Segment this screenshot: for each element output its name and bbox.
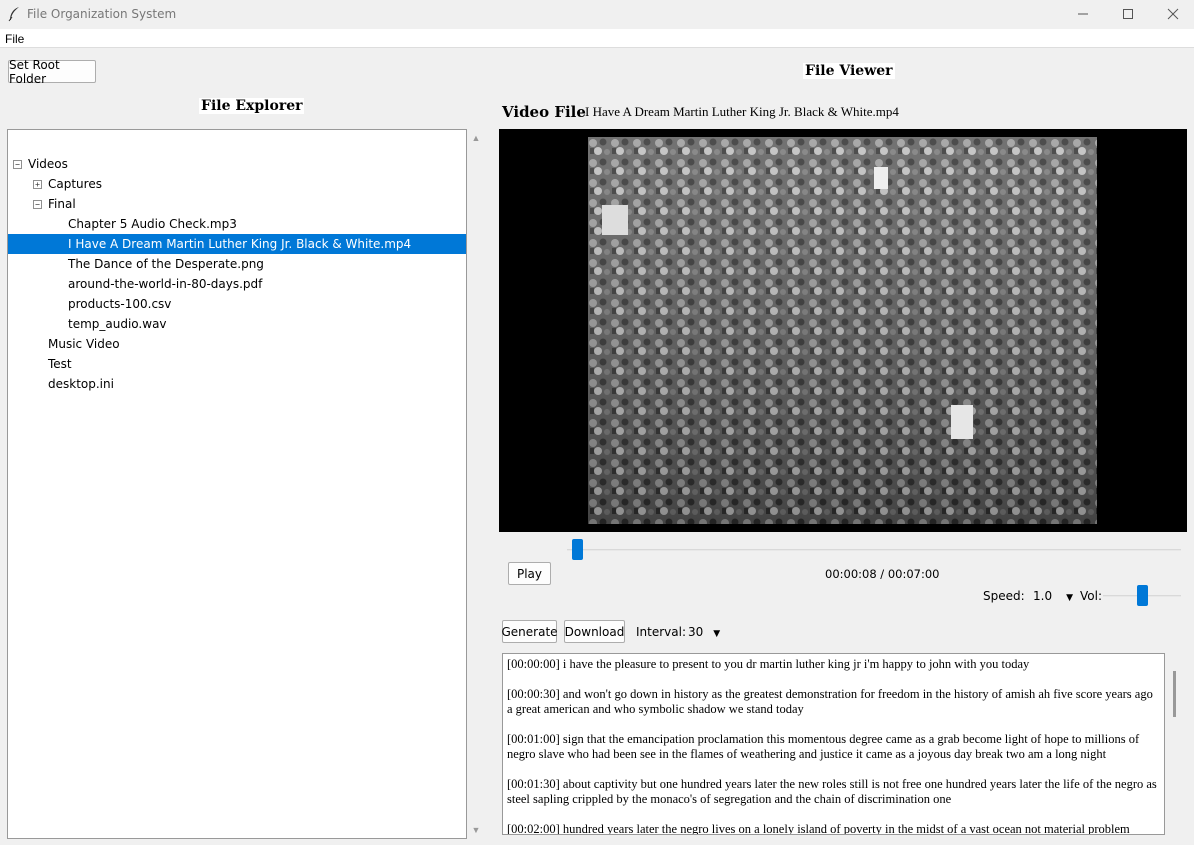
transcript-line: [00:00:00] i have the pleasure to presen…	[507, 657, 1030, 671]
interval-label: Interval:	[636, 625, 686, 639]
minimize-icon	[1078, 13, 1088, 15]
tree-item[interactable]: Test	[8, 354, 466, 374]
download-button[interactable]: Download	[564, 620, 625, 643]
window-title: File Organization System	[27, 7, 177, 21]
tree-item-label: Final	[48, 197, 76, 211]
interval-select[interactable]: 30 ▼	[688, 625, 720, 639]
tree-item[interactable]: products-100.csv	[8, 294, 466, 314]
menu-bar: File	[0, 29, 1194, 48]
tree-item[interactable]: − Videos	[8, 154, 466, 174]
volume-slider-thumb[interactable]	[1137, 585, 1148, 606]
feather-icon	[8, 7, 19, 22]
file-tree[interactable]: − Videos + Captures − Final Chapter 5 Audio Ch…	[7, 129, 467, 839]
tree-item-label: desktop.ini	[48, 377, 114, 391]
tree-item[interactable]: desktop.ini	[8, 374, 466, 394]
maximize-button[interactable]	[1105, 0, 1151, 28]
tree-item[interactable]: The Dance of the Desperate.png	[8, 254, 466, 274]
scroll-down-icon[interactable]: ▼	[471, 825, 481, 835]
transcript-scrollbar[interactable]	[1167, 653, 1187, 835]
chevron-down-icon: ▼	[713, 629, 721, 639]
tree-item-label: Chapter 5 Audio Check.mp3	[68, 217, 237, 231]
close-icon	[1167, 8, 1179, 20]
tree-item[interactable]: − Final	[8, 194, 466, 214]
tree-item-label: I Have A Dream Martin Luther King Jr. Bl…	[68, 237, 412, 251]
file-explorer-heading: File Explorer	[199, 98, 305, 114]
menu-file[interactable]: File	[5, 32, 24, 46]
transcript-line: [00:01:30] about captivity but one hundr…	[507, 777, 1157, 806]
file-type-label: Video File	[502, 103, 586, 121]
video-frame-image	[588, 137, 1097, 524]
tree-item-label: The Dance of the Desperate.png	[68, 257, 264, 271]
tree-item-label: around-the-world-in-80-days.pdf	[68, 277, 263, 291]
scrollbar-thumb[interactable]	[1173, 671, 1176, 717]
file-name-label: I Have A Dream Martin Luther King Jr. Bl…	[585, 104, 899, 119]
speed-select[interactable]: 1.0 ▼	[1033, 589, 1073, 603]
tree-item-label: Music Video	[48, 337, 120, 351]
minimize-button[interactable]	[1060, 0, 1106, 28]
scroll-up-icon[interactable]: ▲	[471, 133, 481, 143]
tree-item[interactable]: + Captures	[8, 174, 466, 194]
chevron-down-icon: ▼	[1066, 593, 1074, 603]
tree-item-label: Videos	[28, 157, 68, 171]
tree-item-label: temp_audio.wav	[68, 317, 167, 331]
expand-icon[interactable]: +	[33, 180, 42, 189]
transcript-line: [00:01:00] sign that the emancipation pr…	[507, 732, 1140, 761]
speed-value: 1.0	[1033, 589, 1053, 603]
transcript-line: [00:02:00] hundred years later the negro…	[507, 822, 1130, 835]
transcript-textbox[interactable]: [00:00:00] i have the pleasure to presen…	[502, 653, 1165, 835]
tree-item-label: Test	[48, 357, 72, 371]
collapse-icon[interactable]: −	[13, 160, 22, 169]
video-player[interactable]	[499, 129, 1187, 532]
tree-item-label: products-100.csv	[68, 297, 172, 311]
interval-value: 30	[688, 625, 704, 639]
play-button[interactable]: Play	[508, 562, 551, 585]
transcript-line: [00:00:30] and won't go down in history …	[507, 687, 1153, 716]
set-root-folder-button[interactable]: Set Root Folder	[8, 58, 96, 86]
speed-label: Speed:	[983, 589, 1025, 603]
title-bar: File Organization System	[0, 0, 1194, 28]
time-display: 00:00:08 / 00:07:00	[825, 567, 940, 581]
tree-item[interactable]: temp_audio.wav	[8, 314, 466, 334]
generate-button[interactable]: Generate	[501, 620, 558, 643]
seek-bar-track[interactable]	[567, 549, 1181, 551]
file-viewer-heading: File Viewer	[803, 63, 895, 79]
tree-item[interactable]: Chapter 5 Audio Check.mp3	[8, 214, 466, 234]
maximize-icon	[1123, 9, 1133, 19]
tree-item[interactable]: I Have A Dream Martin Luther King Jr. Bl…	[8, 234, 466, 254]
close-button[interactable]	[1150, 0, 1194, 28]
tree-item[interactable]: around-the-world-in-80-days.pdf	[8, 274, 466, 294]
tree-item[interactable]: Music Video	[8, 334, 466, 354]
collapse-icon[interactable]: −	[33, 200, 42, 209]
tree-item-label: Captures	[48, 177, 102, 191]
volume-label: Vol:	[1080, 589, 1102, 603]
seek-bar-thumb[interactable]	[571, 539, 583, 560]
